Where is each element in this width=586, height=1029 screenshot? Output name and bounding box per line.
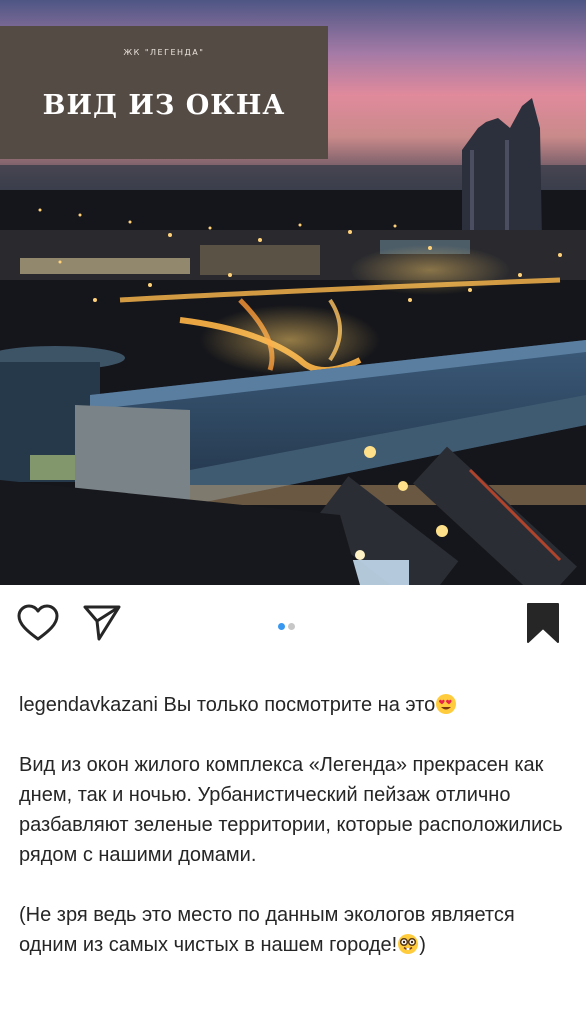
caption-intro: legendavkazani Вы только посмотрите на э… <box>19 690 571 720</box>
bookmark-filled-icon[interactable] <box>526 602 560 644</box>
caption-intro-text: Вы только посмотрите на это <box>158 694 436 716</box>
post-action-bar <box>0 585 586 661</box>
paper-plane-icon[interactable] <box>82 604 122 642</box>
overlay-subtitle: ЖК "ЛЕГЕНДА" <box>123 48 205 57</box>
caption-paragraph-2-text: (Не зря ведь это место по данным эколого… <box>19 904 515 956</box>
heart-eyes-emoji-icon <box>436 694 457 714</box>
caption-paragraph-1: Вид из окон жилого комплекса «Легенда» п… <box>19 754 563 866</box>
caption-paragraph-2-end: ) <box>419 934 426 956</box>
heart-outline-icon[interactable] <box>17 604 59 642</box>
post-caption: legendavkazani Вы только посмотрите на э… <box>19 690 571 960</box>
carousel-dot-active <box>278 623 285 630</box>
username-link[interactable]: legendavkazani <box>19 694 158 716</box>
carousel-dot <box>288 623 295 630</box>
caption-paragraph-2: (Не зря ведь это место по данным эколого… <box>19 900 571 960</box>
overlay-banner: ЖК "ЛЕГЕНДА" ВИД ИЗ ОКНА <box>0 26 328 159</box>
post-photo[interactable]: ЖК "ЛЕГЕНДА" ВИД ИЗ ОКНА <box>0 0 586 585</box>
overlay-title: ВИД ИЗ ОКНА <box>42 90 286 121</box>
carousel-indicator <box>278 617 298 635</box>
nerd-face-emoji-icon <box>398 934 419 954</box>
